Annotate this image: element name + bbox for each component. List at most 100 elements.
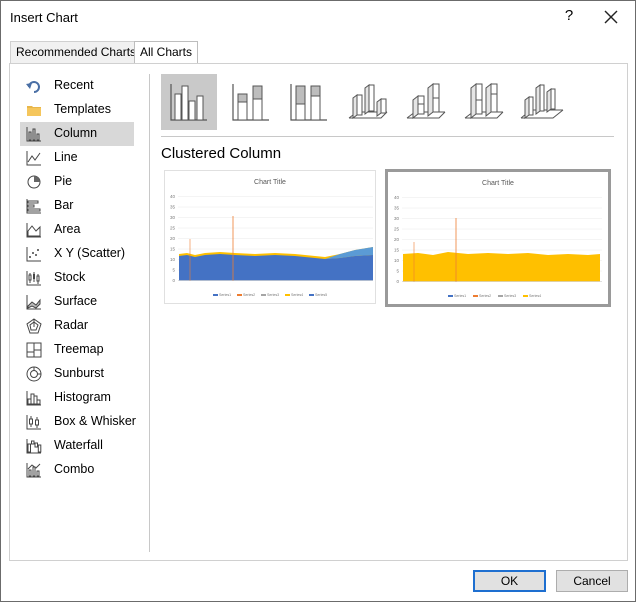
svg-text:Series5: Series5	[315, 293, 327, 297]
nav-item-scatter[interactable]: X Y (Scatter)	[20, 242, 134, 266]
nav-item-radar[interactable]: Radar	[20, 314, 134, 338]
nav-item-line[interactable]: Line	[20, 146, 134, 170]
svg-text:Series2: Series2	[243, 293, 255, 297]
nav-item-box-whisker[interactable]: Box & Whisker	[20, 410, 136, 434]
nav-item-templates[interactable]: Templates	[20, 98, 134, 122]
svg-text:Series1: Series1	[454, 294, 466, 298]
svg-text:5: 5	[396, 269, 399, 274]
svg-text:0: 0	[396, 279, 399, 284]
svg-text:0: 0	[172, 278, 175, 283]
ok-button[interactable]: OK	[473, 570, 546, 592]
svg-text:Series3: Series3	[267, 293, 279, 297]
nav-divider	[149, 74, 150, 552]
nav-item-sunburst[interactable]: Sunburst	[20, 362, 134, 386]
help-button[interactable]: ?	[561, 7, 577, 24]
line-chart-icon	[26, 151, 41, 166]
subtype-100-stacked-column[interactable]	[281, 74, 337, 130]
svg-text:25: 25	[394, 227, 400, 232]
svg-text:Series4: Series4	[291, 293, 303, 297]
preview-y-ticks: 40 35 30 25 20 15 10 5 0	[170, 194, 176, 283]
selected-chart-type-title: Clustered Column	[161, 145, 282, 162]
treemap-chart-icon	[26, 342, 42, 358]
box-whisker-chart-icon	[26, 415, 41, 430]
nav-item-recent[interactable]: Recent	[20, 74, 134, 98]
preview-title: Chart Title	[254, 179, 286, 186]
nav-item-histogram[interactable]: Histogram	[20, 386, 134, 410]
svg-text:Series4: Series4	[529, 294, 541, 298]
stacked-column-icon	[232, 84, 269, 121]
preview-y-ticks: 40 35 30 25 20 15 10 5 0	[394, 195, 400, 284]
svg-text:Series2: Series2	[479, 294, 491, 298]
pie-chart-icon	[27, 175, 41, 189]
close-icon[interactable]	[601, 7, 621, 27]
3d-stacked-column-icon	[406, 82, 446, 120]
subtype-3d-column[interactable]	[513, 74, 569, 130]
tab-strip: Recommended Charts All Charts	[1, 41, 635, 64]
nav-item-combo[interactable]: Combo	[20, 458, 134, 482]
dialog-title: Insert Chart	[10, 10, 78, 25]
svg-text:30: 30	[170, 215, 176, 220]
nav-item-bar[interactable]: Bar	[20, 194, 134, 218]
clustered-column-icon	[170, 84, 207, 121]
subtype-3d-stacked-column[interactable]	[397, 74, 453, 130]
3d-column-icon	[520, 84, 564, 119]
svg-text:20: 20	[394, 237, 400, 242]
bar-chart-icon	[26, 199, 41, 214]
tab-recommended-charts[interactable]: Recommended Charts	[10, 41, 143, 63]
svg-text:10: 10	[394, 258, 400, 263]
undo-arrow-icon	[26, 81, 40, 93]
preview-legend: Series1 Series2 Series3 Series4	[448, 294, 541, 298]
combo-chart-icon	[26, 463, 41, 478]
svg-text:40: 40	[170, 194, 176, 199]
chart-preview-1[interactable]: Chart Title 40 35 30 25 20 15 10 5 0 Ser…	[164, 170, 376, 304]
preview-1-chart: Chart Title 40 35 30 25 20 15 10 5 0 Ser…	[170, 179, 373, 297]
svg-text:40: 40	[394, 195, 400, 200]
svg-text:35: 35	[394, 206, 400, 211]
nav-item-waterfall[interactable]: Waterfall	[20, 434, 134, 458]
all-charts-panel: Recent Templates Column Line Pie Bar Are…	[9, 63, 628, 561]
svg-text:10: 10	[170, 257, 176, 262]
svg-text:Series1: Series1	[219, 293, 231, 297]
insert-chart-dialog: Insert Chart ? Recommended Charts All Ch…	[0, 0, 636, 602]
svg-text:Series3: Series3	[504, 294, 516, 298]
area-chart-icon	[26, 223, 41, 238]
column-chart-icon	[26, 127, 41, 142]
subtype-divider	[161, 136, 614, 137]
subtype-3d-clustered-column[interactable]	[339, 74, 395, 130]
tab-all-charts[interactable]: All Charts	[134, 41, 199, 64]
svg-text:25: 25	[170, 226, 176, 231]
nav-item-treemap[interactable]: Treemap	[20, 338, 134, 362]
nav-item-pie[interactable]: Pie	[20, 170, 134, 194]
svg-text:30: 30	[394, 216, 400, 221]
subtype-stacked-column[interactable]	[223, 74, 279, 130]
title-bar: Insert Chart ?	[1, 1, 635, 35]
nav-item-surface[interactable]: Surface	[20, 290, 134, 314]
chart-type-list: Recent Templates Column Line Pie Bar Are…	[20, 74, 148, 482]
chart-preview-2[interactable]: Chart Title 40 35 30 25 20 15 10 5 0 Ser…	[385, 169, 611, 307]
sunburst-chart-icon	[26, 366, 42, 382]
subtype-3d-100-stacked-column[interactable]	[455, 74, 511, 130]
nav-item-stock[interactable]: Stock	[20, 266, 134, 290]
100-stacked-column-icon	[290, 84, 327, 121]
3d-clustered-column-icon	[348, 84, 388, 119]
svg-text:15: 15	[170, 247, 176, 252]
cancel-button[interactable]: Cancel	[556, 570, 628, 592]
surface-chart-icon	[26, 295, 41, 310]
svg-text:35: 35	[170, 205, 176, 210]
nav-item-area[interactable]: Area	[20, 218, 134, 242]
svg-text:15: 15	[394, 248, 400, 253]
preview-title: Chart Title	[482, 180, 514, 187]
histogram-chart-icon	[26, 391, 41, 406]
radar-chart-icon	[26, 318, 42, 334]
folder-icon	[27, 106, 41, 116]
stock-chart-icon	[26, 271, 41, 286]
scatter-chart-icon	[26, 247, 41, 262]
subtype-clustered-column[interactable]	[161, 74, 217, 130]
svg-text:20: 20	[170, 236, 176, 241]
nav-item-column[interactable]: Column	[20, 122, 134, 146]
subtype-strip	[161, 74, 617, 132]
preview-2-chart: Chart Title 40 35 30 25 20 15 10 5 0 Ser…	[394, 180, 602, 298]
svg-text:5: 5	[172, 268, 175, 273]
3d-100-stacked-column-icon	[464, 82, 504, 120]
waterfall-chart-icon	[26, 439, 42, 454]
